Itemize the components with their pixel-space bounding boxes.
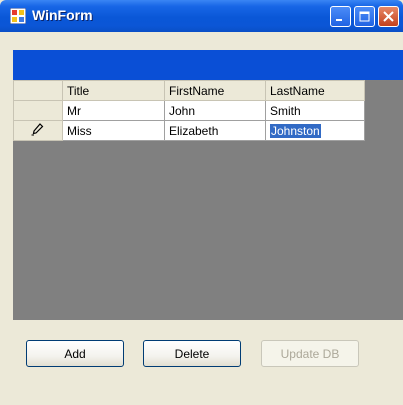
data-grid-background: Title FirstName LastName Mr John Smith M… xyxy=(13,80,403,320)
app-window: WinForm Title FirstName LastName Mr John… xyxy=(0,0,403,405)
update-db-button[interactable]: Update DB xyxy=(261,340,359,367)
row-header[interactable] xyxy=(13,100,63,121)
minimize-button[interactable] xyxy=(330,6,351,27)
close-icon xyxy=(383,11,394,22)
header-row: Title FirstName LastName xyxy=(13,80,365,101)
minimize-icon xyxy=(336,19,342,21)
add-button[interactable]: Add xyxy=(26,340,124,367)
column-header-title[interactable]: Title xyxy=(62,80,165,101)
window-title: WinForm xyxy=(32,7,93,23)
column-header-lastname[interactable]: LastName xyxy=(265,80,365,101)
title-bar[interactable]: WinForm xyxy=(0,0,403,32)
table-row[interactable]: Mr John Smith xyxy=(13,100,365,121)
cell-firstname[interactable]: Elizabeth xyxy=(164,120,266,141)
maximize-icon xyxy=(359,11,370,22)
cell-firstname[interactable]: John xyxy=(164,100,266,121)
selected-text[interactable]: Johnston xyxy=(270,123,321,138)
cell-title[interactable]: Miss xyxy=(62,120,165,141)
maximize-button[interactable] xyxy=(354,6,375,27)
blue-strip xyxy=(13,50,403,80)
row-header-editing[interactable] xyxy=(13,120,63,141)
app-icon xyxy=(10,8,26,24)
cell-title[interactable]: Mr xyxy=(62,100,165,121)
data-grid[interactable]: Title FirstName LastName Mr John Smith M… xyxy=(13,80,365,141)
delete-button[interactable]: Delete xyxy=(143,340,241,367)
column-header-firstname[interactable]: FirstName xyxy=(164,80,266,101)
table-row[interactable]: Miss Elizabeth Johnston xyxy=(13,120,365,141)
cell-lastname-editing[interactable]: Johnston xyxy=(265,120,365,141)
corner-header[interactable] xyxy=(13,80,63,101)
pencil-icon xyxy=(31,123,44,136)
cell-lastname[interactable]: Smith xyxy=(265,100,365,121)
close-button[interactable] xyxy=(378,6,399,27)
